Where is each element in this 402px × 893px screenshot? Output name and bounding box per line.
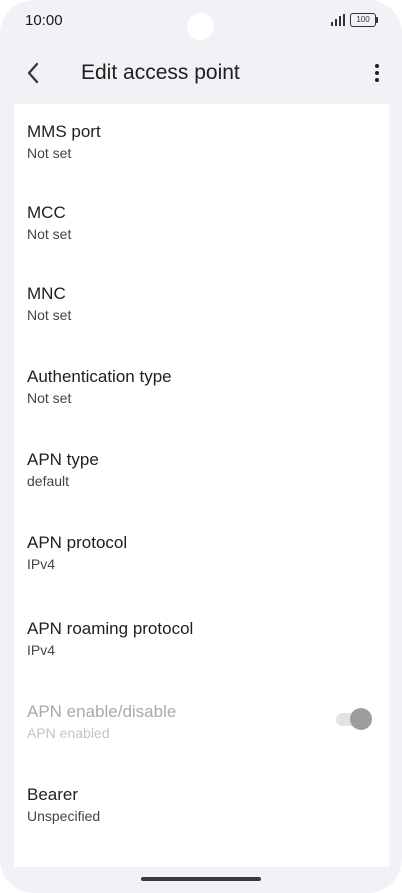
more-vertical-icon [375,64,379,68]
list-item-mnc[interactable]: MNC Not set [14,283,389,324]
item-value: IPv4 [27,642,56,658]
item-value: Not set [27,226,72,242]
item-title: Bearer [27,785,79,804]
status-bar: 10:00 100 [0,0,402,44]
list-item-apn-type[interactable]: APN type default [14,449,389,490]
item-value: Unspecified [27,808,101,824]
more-vertical-icon-dot [375,71,379,75]
camera-cutout [187,13,214,40]
back-button[interactable] [18,58,48,88]
more-vertical-icon-dot [375,78,379,82]
battery-icon: 100 [350,13,378,27]
item-title: MCC [27,203,66,222]
phone-screen: 10:00 100 Edit access point MMS port Not… [0,0,402,893]
item-title: APN roaming protocol [27,619,194,638]
list-item-bearer[interactable]: Bearer Unspecified [14,784,389,825]
item-title: APN type [27,450,99,469]
item-title: APN protocol [27,533,128,552]
list-item-mms-port[interactable]: MMS port Not set [14,121,389,162]
list-item-apn-protocol[interactable]: APN protocol IPv4 [14,532,389,573]
item-title: MMS port [27,122,101,141]
item-value: IPv4 [27,556,56,572]
list-item-mcc[interactable]: MCC Not set [14,202,389,243]
list-item-apn-roaming-protocol[interactable]: APN roaming protocol IPv4 [14,618,389,659]
app-bar: Edit access point [0,50,402,100]
status-time: 10:00 [25,12,63,29]
item-value: Not set [27,307,72,323]
signal-icon [331,14,345,26]
toggle-thumb [350,708,372,730]
list-item-apn-enable-disable: APN enable/disable APN enabled [14,701,389,742]
home-indicator[interactable] [141,877,261,881]
item-value: Not set [27,145,72,161]
item-value: default [27,473,70,489]
apn-enable-toggle [334,708,372,730]
list-item-authentication-type[interactable]: Authentication type Not set [14,366,389,407]
item-title: MNC [27,284,66,303]
item-title: Authentication type [27,367,172,386]
settings-list: MMS port Not set MCC Not set MNC Not set… [14,104,389,867]
more-options-button[interactable] [366,60,388,86]
page-title: Edit access point [81,61,240,84]
chevron-left-icon [27,62,39,84]
item-value: Not set [27,390,72,406]
